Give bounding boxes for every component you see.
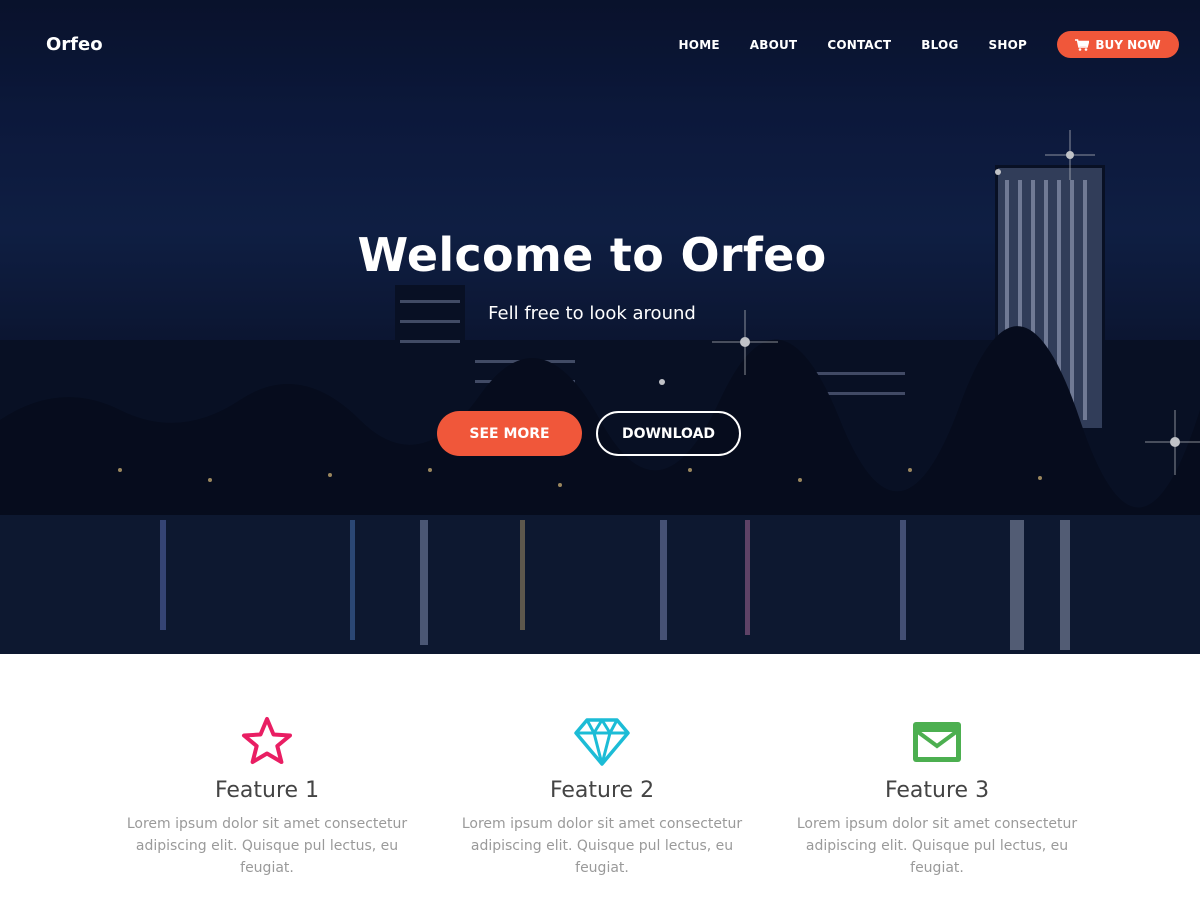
feature-description: Lorem ipsum dolor sit amet consectetur a… xyxy=(126,816,408,876)
download-button[interactable]: DOWNLOAD xyxy=(596,411,741,456)
nav-item-shop[interactable]: SHOP xyxy=(989,38,1027,52)
features-section: Feature 1 Lorem ipsum dolor sit amet con… xyxy=(0,654,1200,900)
feature-description: Lorem ipsum dolor sit amet consectetur a… xyxy=(461,816,743,876)
nav-item-contact[interactable]: CONTACT xyxy=(827,38,891,52)
hero-title: Welcome to Orfeo xyxy=(357,228,827,282)
nav-item-home[interactable]: HOME xyxy=(679,38,720,52)
feature-title: Feature 2 xyxy=(549,778,655,803)
feature-card: Feature 3 Lorem ipsum dolor sit amet con… xyxy=(777,654,1097,879)
feature-title: Feature 1 xyxy=(214,778,320,803)
cart-icon xyxy=(1075,38,1090,51)
diamond-icon xyxy=(574,718,630,766)
nav-item-about[interactable]: ABOUT xyxy=(750,38,798,52)
hero-subtitle: Fell free to look around xyxy=(488,303,696,324)
top-nav: Orfeo HOME ABOUT CONTACT BLOG SHOP BUY N… xyxy=(0,0,1200,90)
nav-item-blog[interactable]: BLOG xyxy=(921,38,958,52)
star-icon xyxy=(242,717,292,764)
feature-card: Feature 1 Lorem ipsum dolor sit amet con… xyxy=(107,654,427,879)
feature-description: Lorem ipsum dolor sit amet consectetur a… xyxy=(796,816,1078,876)
hero-overlay xyxy=(0,0,1200,654)
buy-now-label: BUY NOW xyxy=(1095,37,1161,52)
brand-logo[interactable]: Orfeo xyxy=(46,34,103,55)
envelope-icon xyxy=(913,722,961,762)
see-more-button[interactable]: SEE MORE xyxy=(437,411,582,456)
hero-section: Orfeo HOME ABOUT CONTACT BLOG SHOP BUY N… xyxy=(0,0,1200,654)
buy-now-button[interactable]: BUY NOW xyxy=(1057,31,1179,58)
feature-title: Feature 3 xyxy=(884,778,990,803)
nav-menu: HOME ABOUT CONTACT BLOG SHOP BUY NOW xyxy=(679,31,1179,58)
feature-card: Feature 2 Lorem ipsum dolor sit amet con… xyxy=(442,654,762,879)
